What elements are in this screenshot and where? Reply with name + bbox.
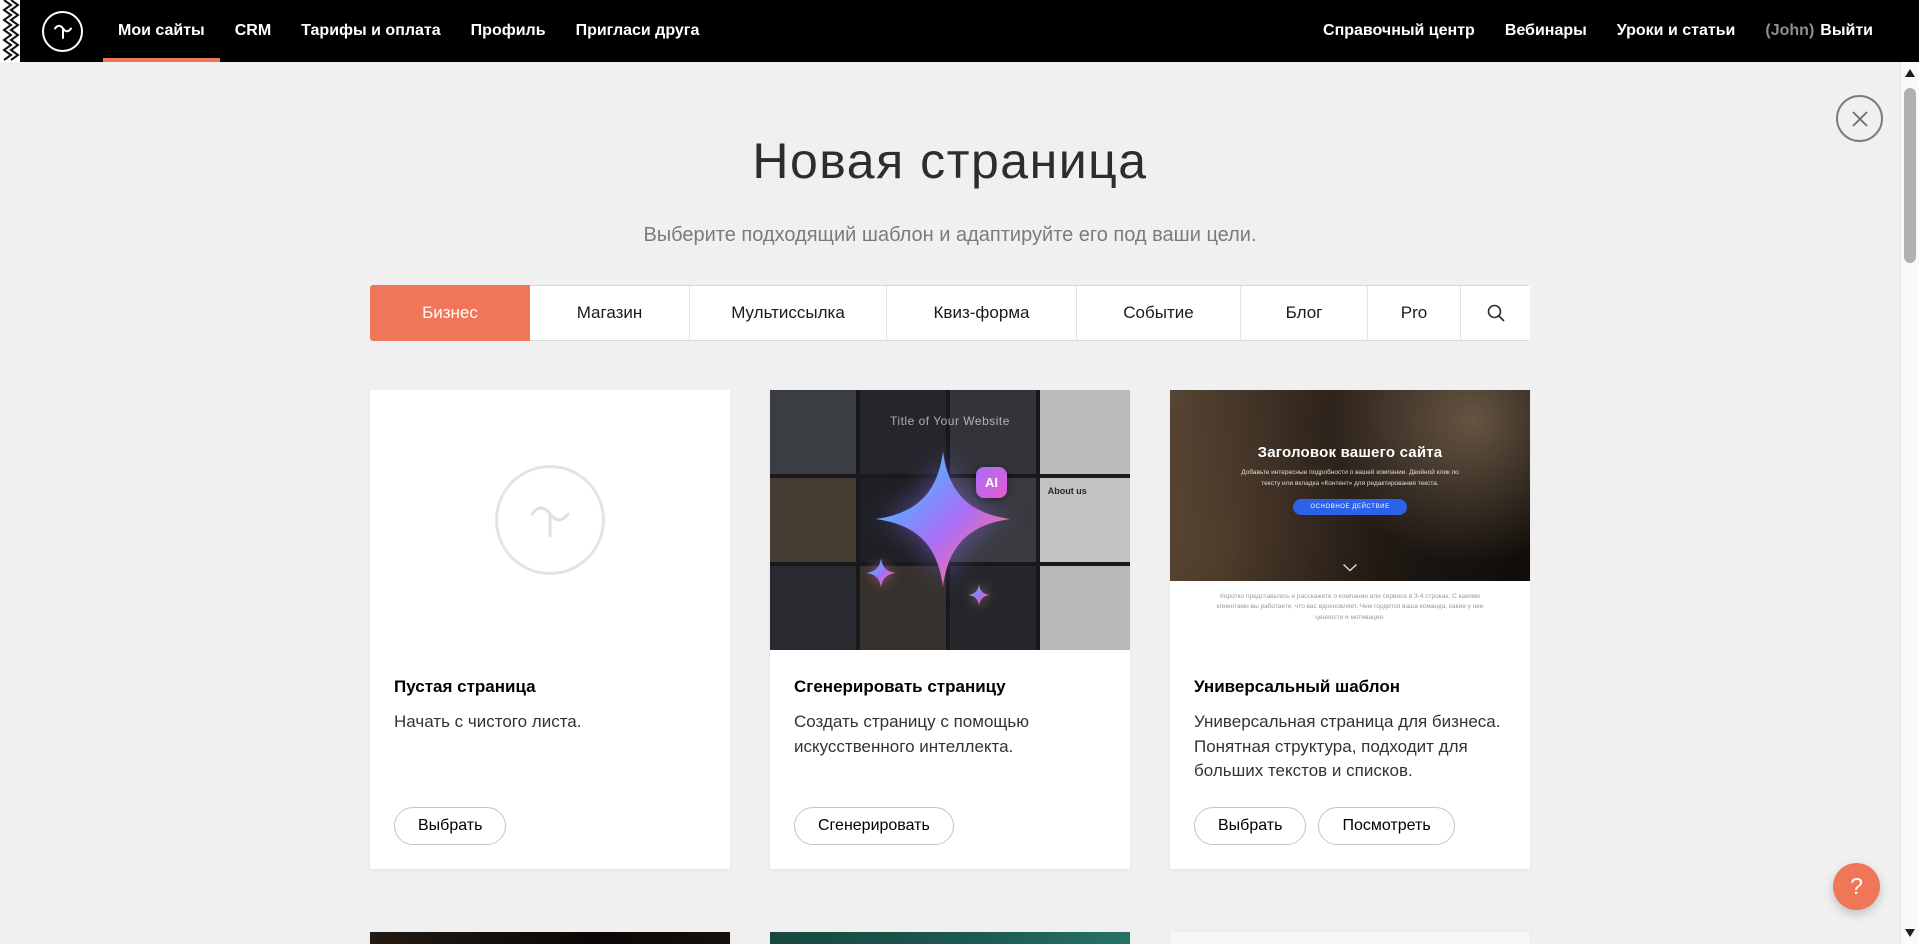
template-category-tabs: Бизнес Магазин Мультиссылка Квиз-форма С…	[370, 285, 1530, 341]
help-icon: ?	[1850, 873, 1863, 900]
tab-quiz-form[interactable]: Квиз-форма	[887, 286, 1077, 340]
nav-profile[interactable]: Профиль	[456, 0, 561, 62]
choose-universal-button[interactable]: Выбрать	[1194, 807, 1306, 845]
close-button[interactable]	[1836, 95, 1883, 142]
top-navigation-bar: Мои сайты CRM Тарифы и оплата Профиль Пр…	[0, 0, 1919, 62]
template-preview-image	[770, 932, 1130, 944]
card-body: Универсальный шаблон Универсальная стран…	[1170, 650, 1530, 869]
chevron-down-icon	[1342, 563, 1358, 572]
template-preview-image	[370, 932, 730, 944]
zigzag-pattern-icon	[0, 0, 20, 62]
scrollbar-thumb[interactable]	[1904, 88, 1916, 263]
nav-crm[interactable]: CRM	[220, 0, 286, 62]
preview-hero-section: Заголовок вашего сайта Добавьте интересн…	[1170, 390, 1530, 581]
tab-shop[interactable]: Магазин	[530, 286, 690, 340]
tab-blog[interactable]: Блог	[1241, 286, 1368, 340]
card-body: Пустая страница Начать с чистого листа. …	[370, 650, 730, 869]
template-card-partial	[1170, 932, 1530, 944]
template-cards-grid: Пустая страница Начать с чистого листа. …	[370, 390, 1530, 944]
generate-button[interactable]: Сгенерировать	[794, 807, 954, 845]
ai-sparkle-small-icon	[968, 584, 990, 606]
ai-generate-preview: About us Title of Your Website	[770, 390, 1130, 650]
preview-site-title: Title of Your Website	[770, 414, 1130, 428]
template-preview-image	[1170, 932, 1530, 944]
card-description: Начать с чистого листа.	[394, 710, 706, 735]
template-card-ai-generate: About us Title of Your Website	[770, 390, 1130, 869]
card-description: Создать страницу с помощью искусственног…	[794, 710, 1106, 759]
page-title: Новая страница	[0, 132, 1900, 190]
search-icon	[1486, 303, 1506, 323]
scrollbar[interactable]	[1900, 62, 1919, 944]
template-card-partial	[770, 932, 1130, 944]
tab-multilink[interactable]: Мультиссылка	[690, 286, 887, 340]
choose-blank-button[interactable]: Выбрать	[394, 807, 506, 845]
preview-body-text: Коротко представьтесь и расскажите о ком…	[1170, 581, 1530, 650]
nav-pricing[interactable]: Тарифы и оплата	[286, 0, 456, 62]
nav-webinars[interactable]: Вебинары	[1505, 22, 1587, 40]
universal-template-preview: Заголовок вашего сайта Добавьте интересн…	[1170, 390, 1530, 650]
preview-subtext: Добавьте интересные подробности о вашей …	[1234, 468, 1466, 489]
user-session: (John) Выйти	[1765, 22, 1873, 40]
template-card-blank: Пустая страница Начать с чистого листа. …	[370, 390, 730, 869]
tilda-logo[interactable]	[42, 11, 83, 52]
secondary-nav: Справочный центр Вебинары Уроки и статьи…	[1323, 0, 1919, 62]
tab-search[interactable]	[1461, 286, 1530, 340]
card-body: Сгенерировать страницу Создать страницу …	[770, 650, 1130, 869]
nav-lessons[interactable]: Уроки и статьи	[1617, 22, 1736, 40]
nav-help-center[interactable]: Справочный центр	[1323, 22, 1475, 40]
card-title: Универсальный шаблон	[1194, 677, 1506, 697]
logout-link[interactable]: Выйти	[1820, 22, 1873, 40]
new-page-dialog: Новая страница Выберите подходящий шабло…	[0, 62, 1900, 944]
ai-sparkle-small-icon	[866, 558, 896, 588]
nav-invite-friend[interactable]: Пригласи друга	[561, 0, 715, 62]
template-card-partial	[370, 932, 730, 944]
preview-universal-button[interactable]: Посмотреть	[1318, 807, 1454, 845]
scroll-down-arrow[interactable]	[1905, 929, 1915, 937]
tab-business[interactable]: Бизнес	[370, 285, 530, 341]
close-icon	[1851, 110, 1869, 128]
user-name-label: (John)	[1765, 22, 1814, 40]
scroll-up-arrow[interactable]	[1905, 69, 1915, 77]
card-title: Сгенерировать страницу	[794, 677, 1106, 697]
blank-page-preview	[370, 390, 730, 650]
tab-pro[interactable]: Pro	[1368, 286, 1461, 340]
help-button[interactable]: ?	[1833, 863, 1880, 910]
card-actions: Выбрать Посмотреть	[1194, 807, 1506, 845]
preview-heading: Заголовок вашего сайта	[1258, 444, 1443, 461]
nav-my-sites[interactable]: Мои сайты	[103, 0, 220, 62]
ai-badge: AI	[976, 467, 1007, 498]
tilda-watermark-icon	[495, 465, 605, 575]
page-subtitle: Выберите подходящий шаблон и адаптируйте…	[0, 224, 1900, 247]
card-actions: Сгенерировать	[794, 807, 1106, 845]
card-title: Пустая страница	[394, 677, 706, 697]
preview-cta-button: основное действие	[1293, 499, 1406, 515]
template-card-universal: Заголовок вашего сайта Добавьте интересн…	[1170, 390, 1530, 869]
tab-event[interactable]: Событие	[1077, 286, 1241, 340]
card-actions: Выбрать	[394, 807, 706, 845]
card-description: Универсальная страница для бизнеса. Поня…	[1194, 710, 1506, 784]
tilda-logo-glyph	[52, 20, 74, 42]
primary-nav: Мои сайты CRM Тарифы и оплата Профиль Пр…	[103, 0, 714, 62]
